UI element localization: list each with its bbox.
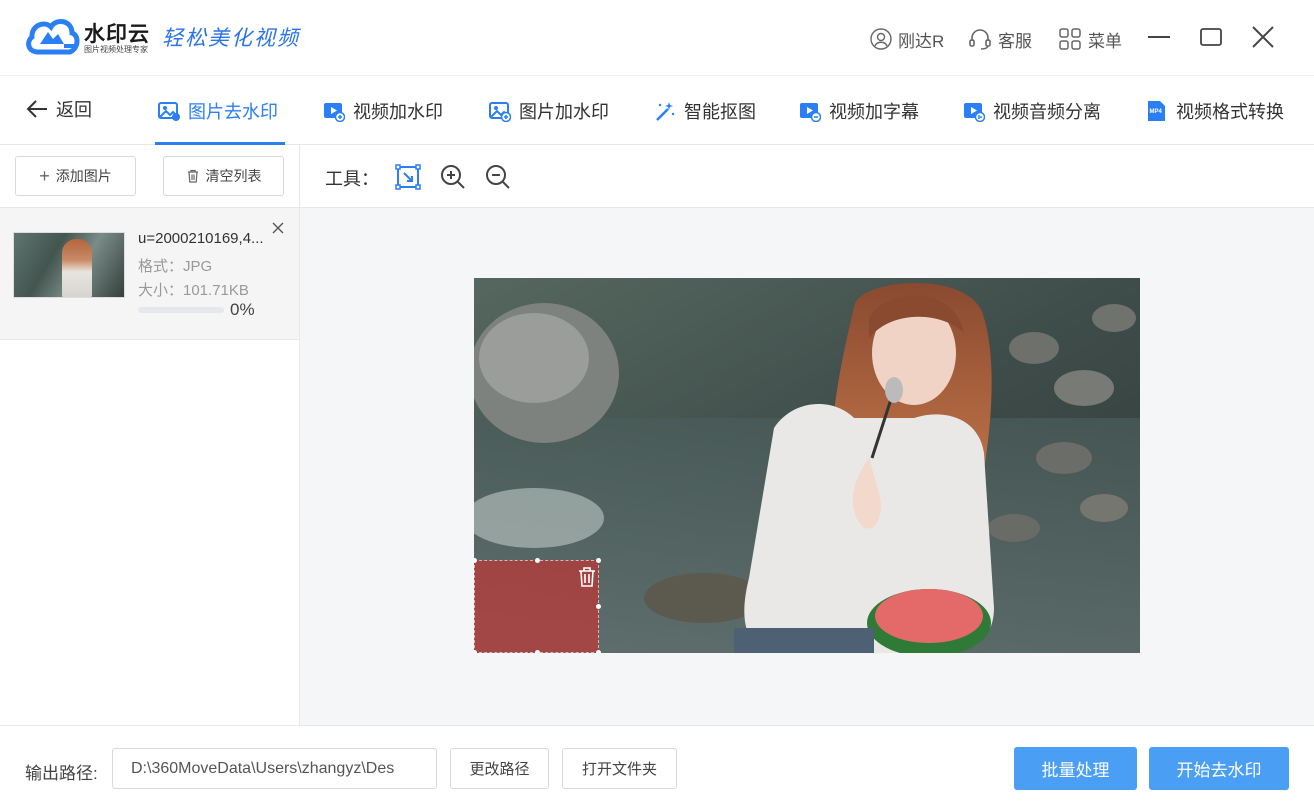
- video-audio-icon: [964, 102, 985, 122]
- select-area-button[interactable]: [394, 163, 422, 191]
- headset-icon: [969, 29, 991, 50]
- tab-smart-cutout[interactable]: 智能抠图: [654, 94, 756, 127]
- zoom-out-button[interactable]: [484, 163, 512, 191]
- tab-label: 图片去水印: [188, 101, 278, 122]
- menu-label: 菜单: [1088, 31, 1122, 51]
- output-path-label: 输出路径:: [25, 764, 98, 783]
- tab-video-add-subtitle[interactable]: 视频加字幕: [799, 94, 919, 127]
- close-icon: [1252, 26, 1274, 48]
- slogan: 轻松美化视频: [162, 26, 300, 50]
- resize-handle[interactable]: [596, 558, 601, 563]
- minimize-button[interactable]: [1144, 22, 1174, 52]
- user-icon: [870, 28, 892, 50]
- change-path-button[interactable]: 更改路径: [450, 748, 549, 789]
- maximize-icon: [1200, 28, 1222, 46]
- tab-image-add-watermark[interactable]: 图片加水印: [489, 94, 609, 127]
- title-bar: 水印云 图片视频处理专家 轻松美化视频 刚达R 客服 菜单: [0, 0, 1314, 76]
- maximize-button[interactable]: [1196, 22, 1226, 52]
- list-item[interactable]: u=2000210169,4... 格式：JPG 大小：101.71KB 0%: [0, 208, 299, 340]
- resize-handle[interactable]: [535, 558, 540, 563]
- file-name: u=2000210169,4...: [138, 230, 264, 247]
- file-list-panel: + 添加图片 清空列表 u=2000210169,4... 格式：JPG 大小：…: [0, 145, 300, 725]
- preview-image: [474, 278, 1140, 653]
- brand-subtitle: 图片视频处理专家: [84, 45, 148, 54]
- service-label: 客服: [998, 31, 1032, 51]
- progress-percent: 0%: [230, 300, 255, 319]
- tab-video-audio-separate[interactable]: 视频音频分离: [963, 94, 1101, 127]
- add-image-button[interactable]: + 添加图片: [15, 156, 136, 196]
- file-format: 格式：JPG: [138, 258, 213, 275]
- cloud-logo-icon: [26, 19, 80, 55]
- select-area-icon: [395, 164, 421, 190]
- footer-bar: 输出路径: 更改路径 打开文件夹 批量处理 开始去水印: [0, 725, 1314, 810]
- resize-handle[interactable]: [474, 558, 477, 563]
- tab-label: 视频加水印: [353, 101, 443, 122]
- arrow-left-icon: [26, 100, 47, 118]
- tab-label: 智能抠图: [684, 101, 756, 122]
- file-size: 大小：101.71KB: [138, 282, 249, 299]
- batch-process-button[interactable]: 批量处理: [1014, 747, 1137, 790]
- image-add-icon: [489, 101, 511, 122]
- minimize-icon: [1148, 36, 1170, 38]
- back-button[interactable]: 返回: [26, 96, 92, 122]
- video-add-icon: [324, 102, 345, 122]
- plus-icon: +: [39, 166, 50, 186]
- tab-label: 视频加字幕: [829, 101, 919, 122]
- feature-tabs: 返回 图片去水印 视频加水印 图片加水印 智能抠图 视频加字幕 视频音频分离 M…: [0, 76, 1314, 145]
- menu-button[interactable]: 菜单: [1058, 24, 1122, 54]
- remove-file-icon[interactable]: [270, 220, 286, 236]
- mp4-file-icon: MP4: [1148, 100, 1165, 121]
- zoom-in-icon: [441, 165, 465, 189]
- resize-handle[interactable]: [474, 650, 477, 653]
- progress-bar: [138, 307, 224, 313]
- user-name: 刚达R: [898, 31, 945, 51]
- trash-icon: [187, 169, 198, 183]
- close-window-button[interactable]: [1248, 22, 1278, 52]
- svg-text:MP4: MP4: [1150, 109, 1163, 115]
- delete-selection-icon[interactable]: [575, 565, 599, 589]
- tab-image-remove-watermark[interactable]: 图片去水印: [158, 94, 278, 127]
- back-label: 返回: [56, 100, 92, 120]
- tab-label: 视频音频分离: [993, 101, 1101, 122]
- thumbnail-figure: [62, 239, 92, 297]
- tool-bar: 工具：: [300, 145, 1314, 208]
- file-thumbnail: [13, 232, 125, 298]
- tools-label: 工具：: [325, 169, 379, 189]
- resize-handle[interactable]: [596, 604, 601, 609]
- tab-label: 视频格式转换: [1176, 101, 1284, 122]
- preview-canvas: [300, 208, 1314, 725]
- open-folder-button[interactable]: 打开文件夹: [562, 748, 677, 789]
- start-remove-watermark-button[interactable]: 开始去水印: [1149, 747, 1289, 790]
- resize-handle[interactable]: [535, 650, 540, 653]
- output-path-field[interactable]: [112, 748, 437, 789]
- tab-video-add-watermark[interactable]: 视频加水印: [323, 94, 443, 127]
- video-subtitle-icon: [800, 102, 821, 122]
- resize-handle[interactable]: [596, 650, 601, 653]
- tab-video-format-convert[interactable]: MP4 视频格式转换: [1146, 94, 1284, 127]
- clear-list-button[interactable]: 清空列表: [163, 156, 284, 196]
- zoom-out-icon: [486, 165, 510, 189]
- customer-service-button[interactable]: 客服: [968, 24, 1032, 54]
- zoom-in-button[interactable]: [439, 163, 467, 191]
- add-image-label: 添加图片: [55, 168, 112, 184]
- clear-list-label: 清空列表: [205, 168, 262, 184]
- user-account[interactable]: 刚达R: [870, 24, 944, 54]
- tab-label: 图片加水印: [519, 101, 609, 122]
- image-icon: [158, 101, 180, 121]
- app-window: 水印云 图片视频处理专家 轻松美化视频 刚达R 客服 菜单 返回 图片去水印 视…: [0, 0, 1314, 810]
- grid-menu-icon: [1059, 28, 1081, 50]
- magic-wand-icon: [656, 101, 675, 121]
- watermark-selection-box[interactable]: [474, 558, 601, 653]
